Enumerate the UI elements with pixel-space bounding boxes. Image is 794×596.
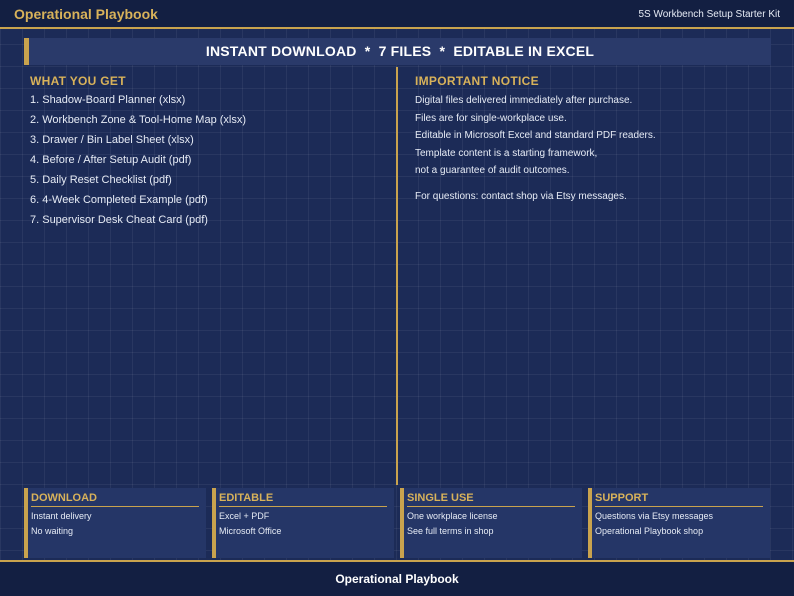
banner-text: INSTANT DOWNLOAD * 7 FILES * EDITABLE IN… [205, 43, 595, 59]
card-download: DOWNLOAD Instant delivery No waiting [24, 488, 206, 558]
important-notice-section: IMPORTANT NOTICE Digital files delivered… [415, 74, 775, 207]
file-list: 1. Shadow-Board Planner (xlsx) 2. Workbe… [30, 94, 390, 234]
what-you-get-title: WHAT YOU GET [30, 74, 126, 88]
card-support: SUPPORT Questions via Etsy messages Oper… [588, 488, 770, 558]
list-item: 3. Drawer / Bin Label Sheet (xlsx) [30, 134, 194, 146]
notice-line: Template content is a starting framework… [415, 147, 598, 159]
footer-text: Operational Playbook [335, 572, 459, 586]
list-item: 6. 4-Week Completed Example (pdf) [30, 194, 208, 206]
card-line: See full terms in shop [407, 526, 494, 536]
card-editable: EDITABLE Excel + PDF Microsoft Office [212, 488, 394, 558]
kit-name: 5S Workbench Setup Starter Kit [638, 9, 780, 20]
list-item: 7. Supervisor Desk Cheat Card (pdf) [30, 214, 208, 226]
notice-line: Files are for single-workplace use. [415, 112, 567, 124]
notice-line: Editable in Microsoft Excel and standard… [415, 130, 656, 141]
list-item: 5. Daily Reset Checklist (pdf) [30, 174, 172, 186]
what-you-get-section: WHAT YOU GET 1. Shadow-Board Planner (xl… [30, 74, 390, 234]
card-line: One workplace license [407, 511, 498, 521]
card-line: Microsoft Office [219, 526, 282, 536]
notice-title: IMPORTANT NOTICE [415, 74, 539, 88]
list-item: 1. Shadow-Board Planner (xlsx) [30, 94, 186, 106]
notice-contact-line: For questions: contact shop via Etsy mes… [415, 190, 627, 202]
card-line: Excel + PDF [219, 511, 270, 521]
notice-line: Digital files delivered immediately afte… [415, 95, 633, 106]
card-line: Questions via Etsy messages [595, 511, 714, 521]
list-item: 4. Before / After Setup Audit (pdf) [30, 154, 192, 166]
card-line: Instant delivery [31, 511, 92, 521]
card-title: SINGLE USE [407, 492, 575, 507]
column-divider [396, 67, 398, 485]
card-title: EDITABLE [219, 492, 387, 507]
notice-line: not a guarantee of audit outcomes. [415, 165, 570, 176]
top-bar: Operational Playbook 5S Workbench Setup … [0, 0, 794, 29]
brand-title: Operational Playbook [14, 6, 158, 22]
footer-bar: Operational Playbook [0, 560, 794, 596]
download-banner: INSTANT DOWNLOAD * 7 FILES * EDITABLE IN… [24, 38, 771, 65]
card-single-use: SINGLE USE One workplace license See ful… [400, 488, 582, 558]
card-title: DOWNLOAD [31, 492, 199, 507]
card-line: No waiting [31, 526, 74, 536]
card-line: Operational Playbook shop [595, 526, 704, 536]
list-item: 2. Workbench Zone & Tool-Home Map (xlsx) [30, 114, 247, 126]
card-title: SUPPORT [595, 492, 763, 507]
